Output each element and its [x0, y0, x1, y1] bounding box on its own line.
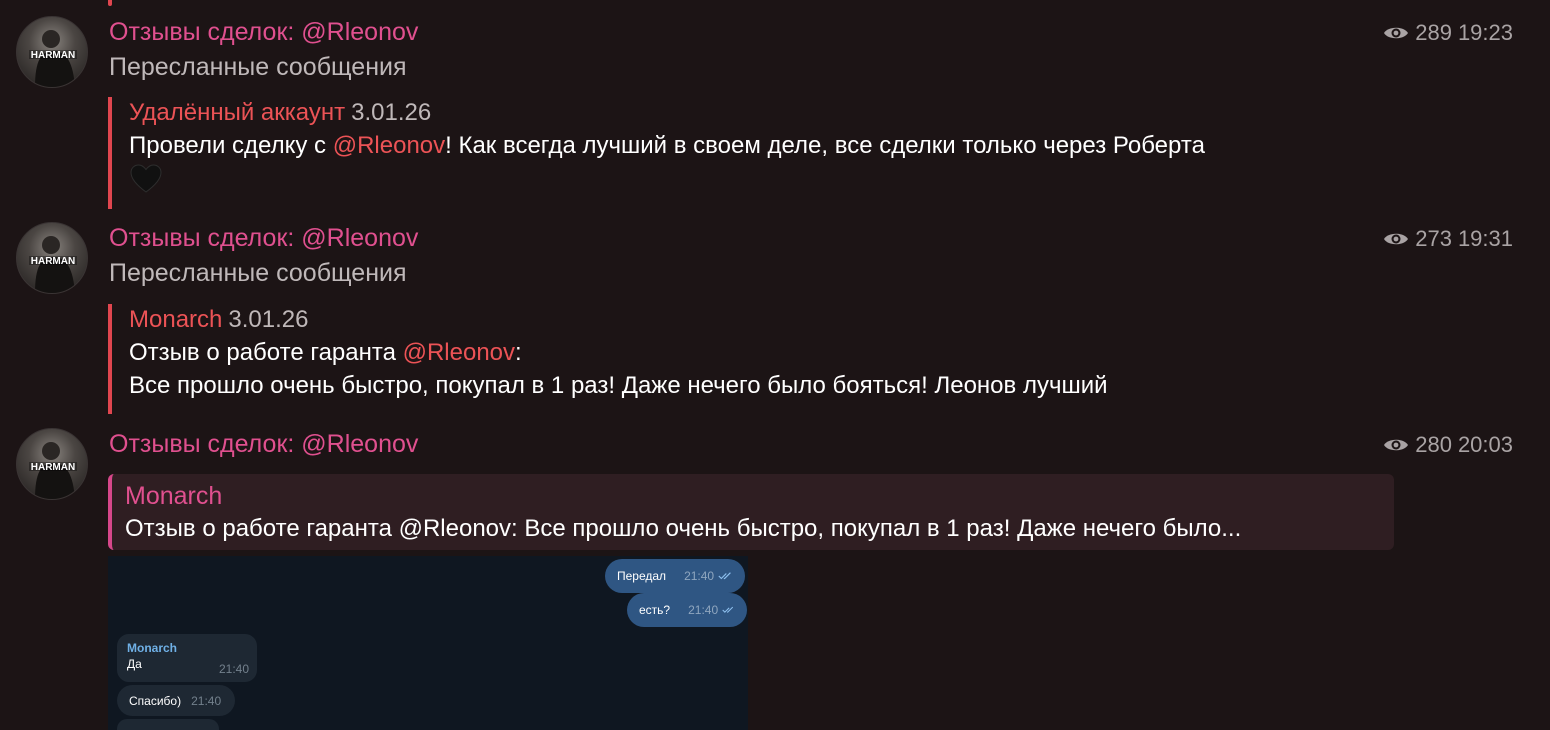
bubble-time: 21:40 [191, 693, 222, 708]
svg-text:HARMAN: HARMAN [31, 256, 75, 267]
forwarded-header: Удалённый аккаунт 3.01.26 [129, 97, 1205, 129]
post-time: 19:31 [1457, 226, 1513, 251]
avatar-image: HARMAN [29, 442, 77, 499]
forwarded-label: Пересланные сообщения [109, 53, 407, 81]
forwarded-text-line: Все прошло очень быстро, покупал в 1 раз… [129, 372, 1108, 399]
eye-icon [1384, 439, 1409, 451]
forwarded-author[interactable]: Monarch [129, 306, 222, 333]
post-meta: 273 19:31 [1383, 226, 1513, 252]
forwarded-header: Monarch 3.01.26 [129, 304, 1108, 336]
reply-quote[interactable]: Monarch Отзыв о работе гаранта @Rleonov:… [108, 474, 1394, 550]
post-meta: 280 20:03 [1383, 432, 1513, 458]
bubble-time: 21:40 [684, 569, 715, 583]
svg-text:HARMAN: HARMAN [31, 50, 75, 61]
sender-name: Monarch [127, 641, 178, 655]
channel-name[interactable]: Отзывы сделок: @Rleonov [109, 224, 418, 253]
emoji-row [129, 162, 1205, 196]
text-segment: : [515, 339, 522, 366]
forwarded-date: 3.01.26 [228, 306, 309, 333]
bubble-time: 21:40 [688, 603, 719, 617]
reply-author: Monarch [125, 482, 223, 510]
avatar[interactable]: HARMAN [16, 16, 88, 88]
svg-text:HARMAN: HARMAN [31, 462, 75, 473]
double-check-icon [718, 572, 731, 580]
incoming-bubble-partial [117, 719, 219, 730]
forwarded-text: Провели сделку с @Rleonov! Как всегда лу… [129, 129, 1205, 162]
text-segment: Провели сделку с [129, 132, 333, 159]
channel-name[interactable]: Отзывы сделок: @Rleonov [109, 430, 418, 459]
text-segment: Отзыв о работе гаранта [129, 339, 403, 366]
outgoing-bubble: есть? 21:40 [627, 593, 747, 627]
post-meta: 289 19:23 [1383, 20, 1513, 46]
mention-link[interactable]: @Rleonov [333, 132, 445, 159]
forwarded-text: Отзыв о работе гаранта @Rleonov: [129, 336, 1108, 369]
bubble-text: есть? [639, 603, 671, 617]
post-time: 19:23 [1457, 20, 1513, 45]
incoming-bubble: Monarch Да 21:40 [117, 634, 257, 682]
channel-name[interactable]: Отзывы сделок: @Rleonov [109, 18, 418, 47]
avatar-image: HARMAN [29, 30, 77, 87]
view-count: 273 [1415, 226, 1452, 251]
view-count: 280 [1415, 432, 1452, 457]
previous-message-accent [108, 0, 112, 6]
forwarded-label: Пересланные сообщения [109, 259, 407, 287]
eye-icon [1384, 27, 1409, 39]
double-check-icon [722, 606, 734, 613]
forwarded-message: Monarch 3.01.26 Отзыв о работе гаранта @R… [108, 304, 1108, 414]
incoming-bubble: Спасибо) 21:40 [117, 685, 235, 716]
bubble-text: Спасибо) [129, 693, 182, 708]
avatar[interactable]: HARMAN [16, 428, 88, 500]
reply-text: Отзыв о работе гаранта @Rleonov: Все про… [125, 515, 1242, 542]
attached-screenshot[interactable]: Передал 21:40 есть? 21:40 Monarch Да 21:… [108, 556, 748, 730]
mention-link[interactable]: @Rleonov [403, 339, 515, 366]
forwarded-date: 3.01.26 [351, 99, 432, 126]
bubble-time: 21:40 [218, 662, 249, 676]
avatar[interactable]: HARMAN [16, 222, 88, 294]
eye-icon [1384, 233, 1409, 245]
post-time: 20:03 [1457, 432, 1513, 457]
text-segment: ! Как всегда лучший в своем деле, все сд… [445, 132, 1205, 159]
view-count: 289 [1415, 20, 1452, 45]
forwarded-message: Удалённый аккаунт 3.01.26 Провели сделку … [108, 97, 1205, 209]
forwarded-author[interactable]: Удалённый аккаунт [129, 99, 345, 126]
outgoing-bubble: Передал 21:40 [605, 559, 745, 593]
black-heart-icon [130, 164, 162, 193]
bubble-text: Передал [617, 569, 667, 583]
avatar-image: HARMAN [29, 236, 77, 293]
